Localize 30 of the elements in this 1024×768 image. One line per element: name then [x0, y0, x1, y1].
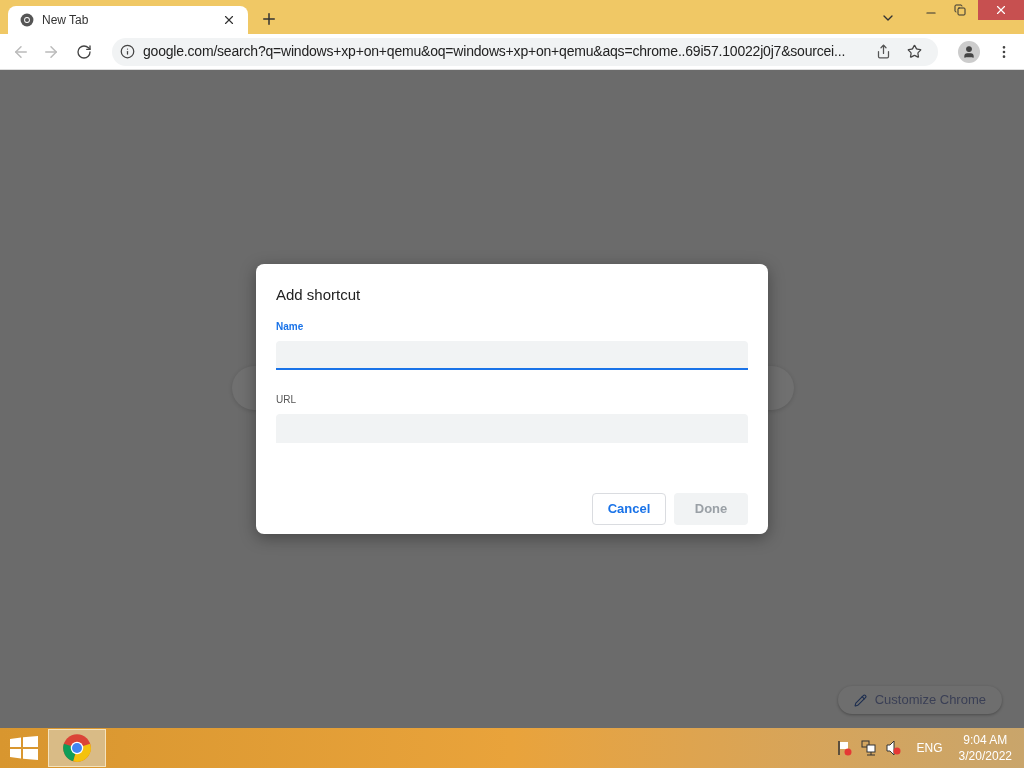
- close-tab-icon[interactable]: [222, 13, 236, 27]
- new-tab-icon[interactable]: [260, 10, 278, 28]
- network-icon[interactable]: [860, 740, 877, 756]
- pencil-icon: [853, 693, 867, 707]
- text-field[interactable]: [276, 340, 748, 370]
- clock-date[interactable]: 3/20/2022: [958, 748, 1012, 764]
- language-indicator[interactable]: ENG: [916, 739, 943, 757]
- field-label: Name: [276, 319, 305, 334]
- reload-icon[interactable]: [76, 43, 92, 60]
- close-icon: [994, 3, 1008, 17]
- profile-avatar[interactable]: [958, 40, 980, 63]
- speaker-muted-icon[interactable]: [884, 740, 901, 756]
- browser-tab[interactable]: New Tab: [8, 6, 248, 34]
- tab-title: New Tab: [42, 12, 90, 29]
- share-icon[interactable]: [876, 44, 891, 59]
- restore-icon[interactable]: [954, 4, 966, 16]
- flag-alert-icon[interactable]: [836, 740, 853, 756]
- chrome-icon: [20, 13, 34, 27]
- info-icon[interactable]: [120, 44, 135, 59]
- dialog-button[interactable]: Cancel: [592, 492, 666, 525]
- star-icon[interactable]: [907, 44, 922, 59]
- windows-start-icon[interactable]: [10, 736, 38, 760]
- address-bar[interactable]: google.com/search?q=windows+xp+on+qemu&oq=windows+xp+on+qemu&aqs=chrome..69i57.10022j0j7&sourcei...: [112, 37, 938, 66]
- taskbar-app-button[interactable]: [48, 729, 106, 767]
- person-icon: [962, 44, 976, 59]
- url-text: google.com/search?q=windows+xp+on+qemu&oq=windows+xp+on+qemu&aqs=chrome..69i57.10022j0j7&sourcei...: [143, 42, 847, 61]
- clock-time[interactable]: 9:04 AM: [963, 732, 1008, 748]
- field-label: URL: [276, 392, 297, 407]
- chrome-icon: [62, 733, 92, 763]
- dialog-title: Add shortcut: [276, 285, 362, 305]
